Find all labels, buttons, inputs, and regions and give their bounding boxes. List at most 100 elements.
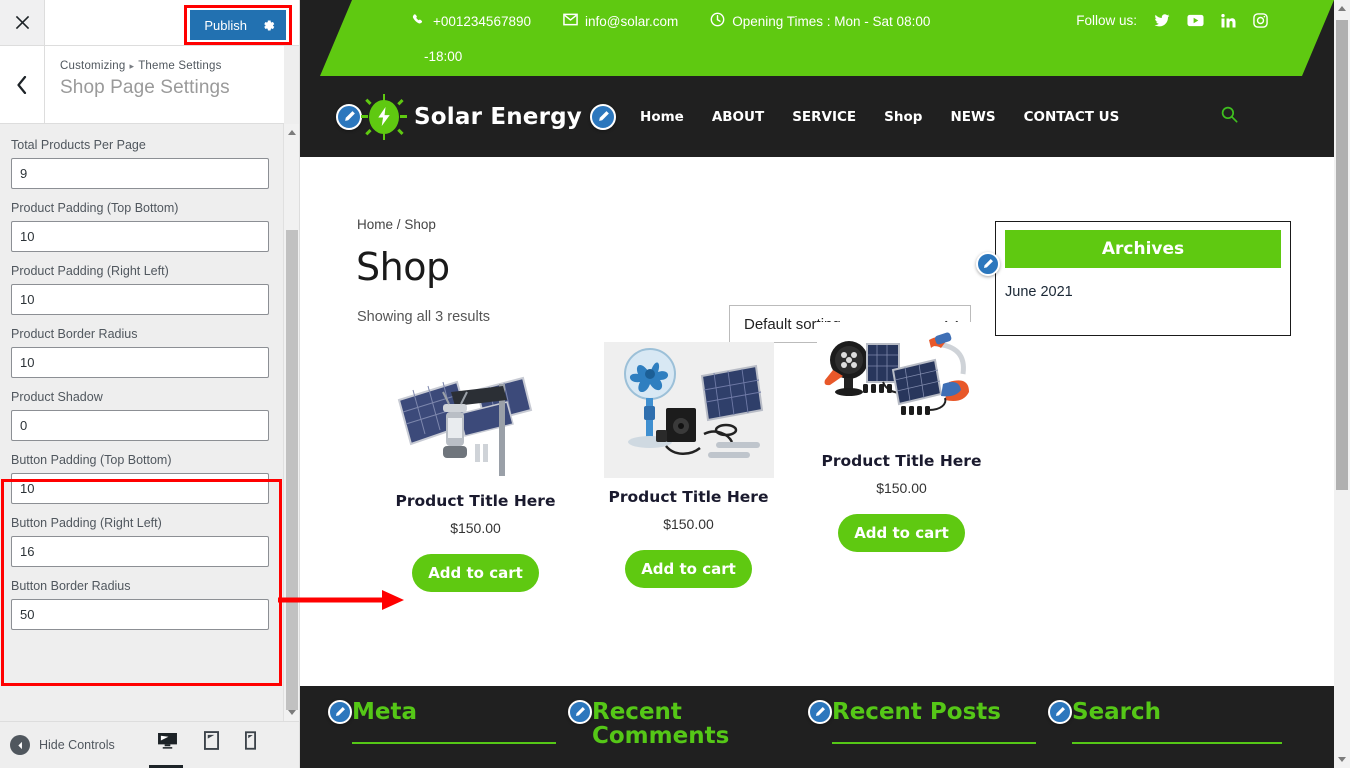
product-shadow-input[interactable]: [11, 410, 269, 441]
scrollbar-thumb[interactable]: [1336, 20, 1348, 490]
control-button-padding-top-bottom: Button Padding (Top Bottom): [11, 453, 270, 504]
page-title: Shop: [356, 245, 450, 289]
product-card: Product Title Here $150.00 Add to cart: [794, 322, 1009, 552]
nav-item-news[interactable]: NEWS: [950, 109, 995, 125]
add-to-cart-button[interactable]: Add to cart: [412, 554, 539, 592]
add-to-cart-button[interactable]: Add to cart: [625, 550, 752, 588]
product-title[interactable]: Product Title Here: [368, 492, 583, 510]
add-to-cart-button[interactable]: Add to cart: [838, 514, 965, 552]
scroll-up-arrow-icon[interactable]: [284, 124, 299, 141]
button-padding-top-bottom-input[interactable]: [11, 473, 269, 504]
scrollbar-thumb[interactable]: [286, 230, 298, 710]
close-icon[interactable]: [0, 0, 45, 45]
footer-widget-title: Meta: [352, 699, 418, 725]
edit-pencil-icon[interactable]: [1048, 700, 1072, 724]
scroll-down-arrow-icon[interactable]: [1334, 751, 1350, 768]
collapse-left-icon: [10, 735, 30, 755]
instagram-icon[interactable]: [1253, 13, 1268, 28]
twitter-icon[interactable]: [1154, 13, 1170, 28]
scroll-up-arrow-icon[interactable]: [1334, 0, 1350, 17]
archives-item[interactable]: June 2021: [1005, 284, 1290, 300]
publish-button[interactable]: Publish: [190, 10, 286, 40]
phone-number: +001234567890: [433, 13, 531, 29]
customizer-sidebar: Publish Customizing ▸ Theme Settings Sho…: [0, 0, 300, 768]
control-label: Button Padding (Top Bottom): [11, 453, 172, 467]
product-padding-top-bottom-input[interactable]: [11, 221, 269, 252]
edit-pencil-icon[interactable]: [976, 252, 1000, 276]
desktop-icon[interactable]: [148, 732, 183, 768]
top-info-bar: +001234567890 info@solar.com Opening Tim…: [320, 0, 1334, 76]
nav-item-service[interactable]: SERVICE: [792, 109, 856, 125]
preview-scrollbar[interactable]: [1334, 0, 1350, 768]
breadcrumb-divider: /: [396, 217, 401, 232]
control-button-padding-right-left: Button Padding (Right Left): [11, 516, 270, 567]
product-image[interactable]: [390, 362, 561, 482]
edit-pencil-icon[interactable]: [328, 700, 352, 724]
footer-widget-title: Recent Posts: [832, 699, 1001, 725]
product-title[interactable]: Product Title Here: [794, 452, 1009, 470]
customizer-footer: Hide Controls: [0, 721, 299, 768]
nav-item-about[interactable]: ABOUT: [712, 109, 764, 125]
page-title: Shop Page Settings: [60, 77, 230, 98]
site-header: +001234567890 info@solar.com Opening Tim…: [300, 0, 1334, 157]
linkedin-icon[interactable]: [1221, 13, 1236, 28]
hours-info: Opening Times : Mon - Sat 08:00: [710, 12, 930, 30]
phone-icon: [412, 13, 426, 30]
control-label: Product Padding (Top Bottom): [11, 201, 179, 215]
annotation-arrow: [278, 590, 404, 610]
edit-pencil-icon[interactable]: [808, 700, 832, 724]
control-product-shadow: Product Shadow: [11, 390, 270, 441]
clock-icon: [710, 12, 725, 30]
footer-widget-search: Search: [1048, 700, 1161, 724]
control-product-border-radius: Product Border Radius: [11, 327, 270, 378]
tablet-icon[interactable]: [203, 731, 219, 759]
solar-sun-bolt-icon: [361, 93, 407, 140]
chevron-left-icon[interactable]: [0, 46, 45, 123]
nav-item-shop[interactable]: Shop: [884, 109, 922, 125]
mobile-icon[interactable]: [244, 731, 256, 759]
edit-pencil-icon[interactable]: [590, 103, 617, 130]
button-border-radius-input[interactable]: [11, 599, 269, 630]
hide-controls-button[interactable]: Hide Controls: [10, 735, 115, 755]
device-preview-switcher: [148, 731, 256, 768]
product-image[interactable]: [603, 342, 774, 478]
control-total-products-per-page: Total Products Per Page: [11, 138, 270, 189]
customizer-scrollbar[interactable]: [283, 124, 299, 721]
nav-item-contact-us[interactable]: CONTACT US: [1024, 109, 1120, 125]
product-image[interactable]: [816, 322, 987, 442]
button-padding-right-left-input[interactable]: [11, 536, 269, 567]
youtube-icon[interactable]: [1187, 14, 1204, 27]
breadcrumb-section[interactable]: Theme Settings: [138, 60, 221, 72]
edit-pencil-icon[interactable]: [336, 103, 362, 130]
product-price: $150.00: [876, 480, 927, 496]
main-navigation: Solar Energy Home ABOUT SERVICE Shop NEW…: [300, 76, 1334, 157]
breadcrumb-current: Shop: [404, 217, 436, 232]
scroll-down-arrow-icon[interactable]: [284, 704, 299, 721]
product-border-radius-input[interactable]: [11, 347, 269, 378]
breadcrumb-root[interactable]: Customizing: [60, 60, 125, 72]
footer-widget-meta: Meta: [328, 700, 417, 724]
footer-widget-recent-comments: Recent Comments: [568, 700, 768, 748]
breadcrumb-home[interactable]: Home: [357, 217, 393, 232]
control-product-padding-top-bottom: Product Padding (Top Bottom): [11, 201, 270, 252]
gear-icon[interactable]: [261, 18, 276, 33]
nav-item-home[interactable]: Home: [640, 109, 684, 125]
results-count: Showing all 3 results: [357, 309, 490, 325]
control-label: Button Border Radius: [11, 579, 131, 593]
breadcrumb-separator: ▸: [129, 61, 135, 71]
social-follow: Follow us:: [1076, 13, 1268, 28]
divider: [1072, 742, 1282, 744]
opening-times-wrap: -18:00: [424, 49, 463, 64]
footer-widget-recent-posts: Recent Posts: [808, 700, 1001, 724]
email-info: info@solar.com: [563, 13, 678, 29]
control-label: Product Shadow: [11, 390, 103, 404]
product-padding-right-left-input[interactable]: [11, 284, 269, 315]
email-address: info@solar.com: [584, 13, 679, 29]
product-title[interactable]: Product Title Here: [581, 488, 796, 506]
breadcrumb: Home / Shop: [357, 217, 436, 232]
total-products-per-page-input[interactable]: [11, 158, 269, 189]
edit-pencil-icon[interactable]: [568, 700, 592, 724]
search-icon[interactable]: [1221, 106, 1238, 128]
control-button-border-radius: Button Border Radius: [11, 579, 270, 630]
site-logo[interactable]: Solar Energy: [361, 93, 582, 140]
